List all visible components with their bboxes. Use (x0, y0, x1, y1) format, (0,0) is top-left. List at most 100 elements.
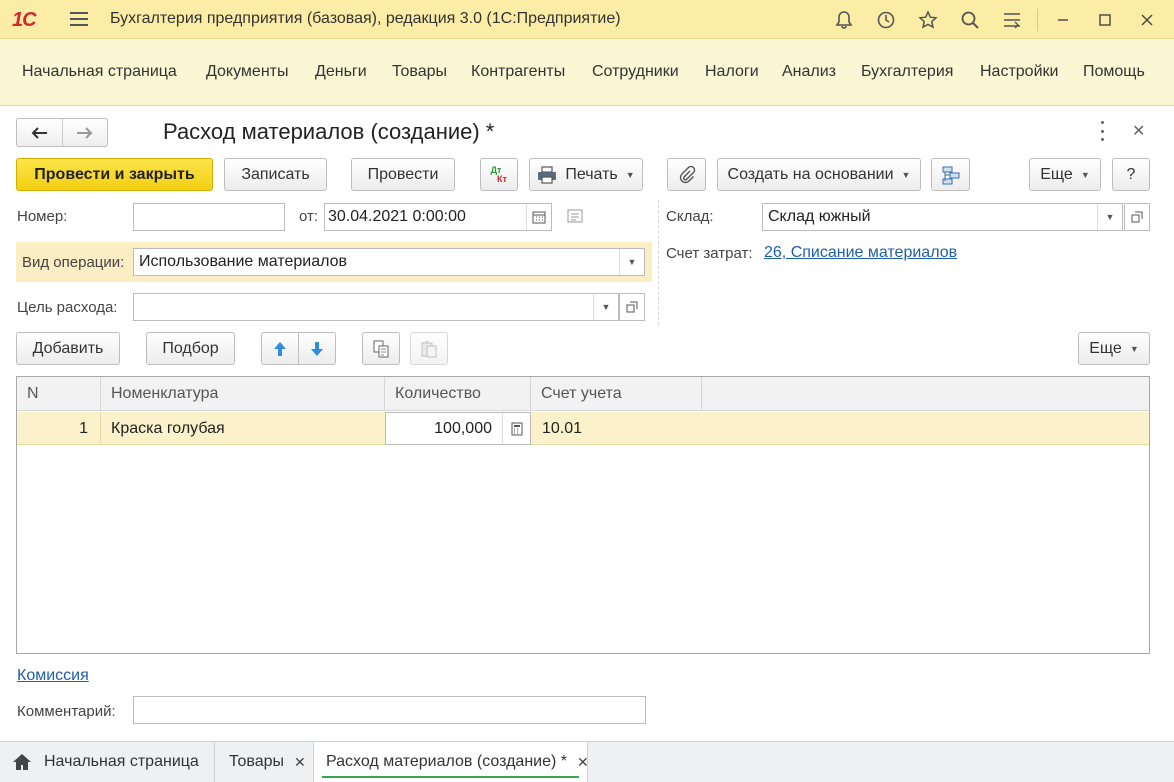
print-button[interactable]: Печать ▼ (529, 158, 643, 191)
add-row-button[interactable]: Добавить (16, 332, 120, 365)
quantity-input[interactable]: 100,000 (385, 412, 531, 445)
separator (1037, 8, 1038, 31)
close-tab-icon[interactable]: ✕ (577, 754, 589, 771)
search-icon[interactable] (949, 0, 991, 39)
create-based-on-label: Создать на основании (727, 165, 894, 183)
tab-material-expense[interactable]: Расход материалов (создание) * ✕ (314, 742, 589, 782)
copy-icon (373, 340, 389, 357)
date-value: 30.04.2021 0:00:00 (328, 208, 466, 225)
paste-button[interactable] (410, 332, 448, 365)
form-menu-icon[interactable] (1094, 121, 1110, 141)
chevron-down-icon: ▼ (625, 169, 635, 180)
menu-item-analysis[interactable]: Анализ (782, 63, 836, 81)
chevron-down-icon[interactable]: ▼ (619, 249, 644, 275)
write-button[interactable]: Записать (224, 158, 327, 191)
table-more-button[interactable]: Еще ▼ (1078, 332, 1150, 365)
dt-kt-button[interactable]: Дт Кт (480, 158, 518, 191)
close-icon[interactable] (1126, 0, 1168, 39)
column-header-quantity[interactable]: Количество (385, 377, 531, 411)
help-button[interactable]: ? (1112, 158, 1150, 191)
chevron-down-icon: ▼ (1080, 169, 1090, 180)
move-down-button[interactable] (298, 332, 336, 365)
comment-field[interactable] (133, 696, 646, 724)
back-button[interactable] (17, 119, 62, 146)
warehouse-label: Склад: (666, 208, 714, 225)
purpose-open-button[interactable] (619, 293, 645, 321)
purpose-field[interactable]: ▼ (133, 293, 619, 321)
more-label: Еще (1040, 165, 1073, 183)
move-up-button[interactable] (261, 332, 299, 365)
chevron-down-icon: ▼ (1129, 343, 1139, 354)
history-navigation (16, 118, 108, 147)
form-close-icon[interactable]: ✕ (1132, 121, 1145, 141)
form-title: Расход материалов (создание) * (163, 119, 495, 144)
row-number: 1 (17, 412, 101, 445)
tab-home[interactable]: Начальная страница (0, 742, 215, 782)
main-menu-button[interactable] (70, 12, 88, 26)
menu-item-goods[interactable]: Товары (392, 63, 447, 81)
star-icon[interactable] (907, 0, 949, 39)
more-button[interactable]: Еще ▼ (1029, 158, 1101, 191)
operation-field[interactable]: Использование материалов ▼ (133, 248, 645, 276)
menu-item-accounting[interactable]: Бухгалтерия (861, 63, 953, 81)
bell-icon[interactable] (823, 0, 865, 39)
arrow-down-icon (311, 341, 323, 356)
section-menu: Начальная страница Документы Деньги Това… (0, 39, 1174, 106)
structure-button[interactable] (931, 158, 970, 191)
column-divider (658, 200, 659, 325)
open-icon (1131, 211, 1143, 223)
materials-table: N Номенклатура Количество Счет учета 1 К… (16, 376, 1150, 654)
history-icon[interactable] (865, 0, 907, 39)
column-header-item[interactable]: Номенклатура (101, 377, 385, 411)
paperclip-icon (679, 165, 695, 183)
post-button[interactable]: Провести (351, 158, 455, 191)
row-item[interactable]: Краска голубая (111, 412, 385, 445)
menu-item-counterparties[interactable]: Контрагенты (471, 63, 565, 81)
comment-label: Комментарий: (17, 703, 116, 720)
attach-button[interactable] (667, 158, 706, 191)
print-label: Печать (565, 165, 618, 183)
menu-item-home[interactable]: Начальная страница (22, 63, 177, 81)
chevron-down-icon[interactable]: ▼ (1097, 204, 1122, 230)
maximize-icon[interactable] (1084, 0, 1126, 39)
calculator-icon[interactable] (502, 413, 530, 444)
cost-account-label: Счет затрат: (666, 245, 753, 262)
cost-account-link[interactable]: 26, Списание материалов (764, 244, 957, 262)
close-tab-icon[interactable]: ✕ (294, 754, 306, 771)
date-field[interactable]: 30.04.2021 0:00:00 (324, 203, 552, 231)
commission-link[interactable]: Комиссия (17, 667, 89, 685)
post-and-close-button[interactable]: Провести и закрыть (16, 158, 213, 191)
menu-item-employees[interactable]: Сотрудники (592, 63, 679, 81)
chevron-down-icon[interactable]: ▼ (593, 294, 618, 320)
table-more-label: Еще (1089, 339, 1122, 357)
title-bar-icons (823, 0, 1168, 39)
menu-item-money[interactable]: Деньги (315, 63, 367, 81)
forward-button[interactable] (61, 119, 108, 146)
open-icon (626, 301, 638, 313)
column-header-n[interactable]: N (17, 377, 101, 411)
create-based-on-button[interactable]: Создать на основании ▼ (717, 158, 921, 191)
operation-value: Использование материалов (139, 253, 348, 270)
tab-label: Начальная страница (44, 753, 199, 770)
menu-item-documents[interactable]: Документы (206, 63, 288, 81)
warehouse-field[interactable]: Склад южный ▼ (762, 203, 1123, 231)
row-account[interactable]: 10.01 (542, 412, 702, 445)
number-field[interactable] (133, 203, 285, 231)
calendar-icon[interactable] (526, 204, 551, 230)
table-header: N Номенклатура Количество Счет учета (17, 377, 1149, 411)
operation-label: Вид операции: (22, 254, 125, 271)
settings-icon[interactable] (991, 0, 1033, 39)
warehouse-open-button[interactable] (1124, 203, 1150, 231)
history-list-icon[interactable] (567, 209, 583, 227)
column-header-account[interactable]: Счет учета (531, 377, 702, 411)
menu-item-taxes[interactable]: Налоги (705, 63, 759, 81)
minimize-icon[interactable] (1042, 0, 1084, 39)
pick-button[interactable]: Подбор (146, 332, 235, 365)
tab-goods[interactable]: Товары ✕ (215, 742, 314, 782)
menu-item-settings[interactable]: Настройки (980, 63, 1058, 81)
copy-button[interactable] (362, 332, 400, 365)
table-row[interactable]: 1 Краска голубая 100,000 10.01 (17, 412, 1149, 445)
kt-label: Кт (497, 173, 507, 184)
app-title: Бухгалтерия предприятия (базовая), редак… (110, 10, 621, 27)
menu-item-help[interactable]: Помощь (1083, 63, 1145, 81)
